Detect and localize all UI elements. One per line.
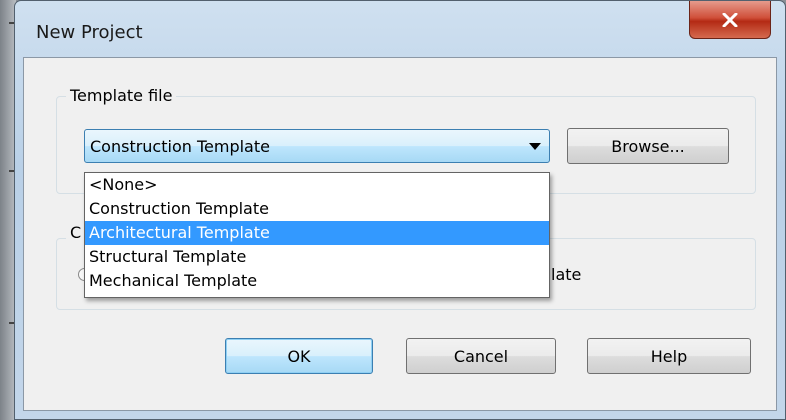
close-icon (722, 12, 738, 27)
template-combo-value: Construction Template (90, 137, 270, 156)
chevron-down-icon[interactable] (529, 143, 541, 150)
dialog-title: New Project (36, 22, 143, 43)
dropdown-option[interactable]: Mechanical Template (85, 269, 549, 293)
dropdown-option[interactable]: Structural Template (85, 245, 549, 269)
browse-button[interactable]: Browse... (567, 128, 729, 164)
template-file-label: Template file (66, 86, 177, 105)
close-button[interactable] (689, 1, 771, 39)
template-combo[interactable]: Construction Template (84, 129, 550, 163)
dropdown-option-highlighted[interactable]: Architectural Template (85, 221, 549, 245)
dropdown-option[interactable]: Construction Template (85, 197, 549, 221)
cancel-button[interactable]: Cancel (406, 338, 556, 374)
template-dropdown-list[interactable]: <None> Construction Template Architectur… (84, 172, 550, 298)
new-project-dialog: New Project Template file Construction T… (14, 0, 786, 420)
create-radio-label: late (551, 265, 582, 284)
dropdown-option[interactable]: <None> (85, 173, 549, 197)
dialog-client-area: Template file Construction Template Brow… (23, 57, 777, 411)
create-new-label: C (66, 223, 86, 242)
help-button[interactable]: Help (587, 338, 751, 374)
ok-button[interactable]: OK (225, 338, 373, 374)
